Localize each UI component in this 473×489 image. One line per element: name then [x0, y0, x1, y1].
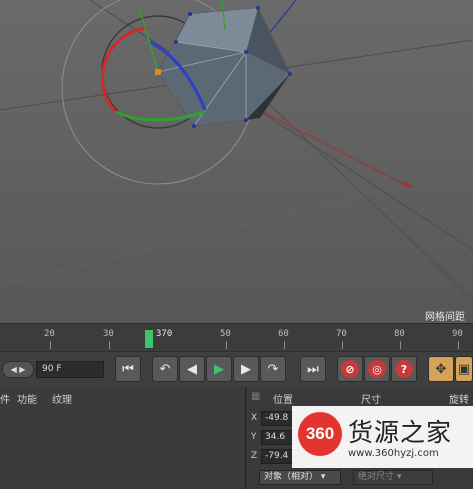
prev-frame-button[interactable]: ◀ — [179, 356, 205, 382]
record-button[interactable]: ⊘ — [337, 356, 363, 382]
next-key-button[interactable]: ↷ — [260, 356, 286, 382]
watermark-title: 货源之家 — [348, 418, 453, 447]
grid-spacing-label: 网格间距 — [425, 312, 465, 323]
end-frame-field[interactable]: 90 F — [36, 361, 104, 378]
ruler-label: 30 — [103, 329, 114, 339]
question-icon: ? — [395, 360, 413, 378]
size-mode-dropdown[interactable]: 绝对尺寸 ▾ — [353, 470, 433, 485]
prev-key-button[interactable]: ↶ — [152, 356, 178, 382]
record-key-icon: ⊘ — [341, 360, 359, 378]
transport-bar: ◀ ▶ 90 F ⏮ ↶ ◀ ▶ ▶ ↷ ⏭ ⊘ ◎ ? ✥ ▣ — [0, 351, 473, 387]
next-key-icon: ↷ — [267, 361, 279, 377]
frame-stepper[interactable]: ◀ ▶ — [2, 361, 34, 378]
watermark: 360 货源之家 www.360hyzj.com — [292, 406, 473, 468]
play-button[interactable]: ▶ — [206, 356, 232, 382]
coordinate-mode-value: 对象（相对） — [264, 472, 319, 482]
go-to-end-button[interactable]: ⏭ — [300, 356, 326, 382]
skip-start-icon: ⏮ — [122, 361, 134, 377]
ruler-label: 20 — [44, 329, 55, 339]
size-mode-value: 绝对尺寸 — [358, 472, 395, 482]
axis-z-label: Z — [251, 451, 258, 461]
ruler-label: 80 — [394, 329, 405, 339]
grid-line — [259, 94, 473, 301]
3d-viewport[interactable]: 网格间距 — [0, 0, 473, 323]
axis-x-label: X — [251, 413, 258, 423]
ruler-tick — [109, 341, 110, 349]
ruler-tick — [50, 341, 51, 349]
timeline-ruler[interactable]: 20 30 50 60 70 80 90 370 — [0, 323, 473, 351]
scale-tool-button[interactable]: ▣ — [455, 356, 473, 382]
current-frame-marker: 370 — [156, 329, 173, 339]
ruler-label: 60 — [278, 329, 289, 339]
ruler-tick — [284, 341, 285, 349]
panel-grip-icon: ▦ — [251, 391, 261, 402]
ruler-tick — [458, 341, 459, 349]
prev-key-icon: ↶ — [159, 361, 171, 377]
watermark-url: www.360hyzj.com — [348, 448, 439, 459]
ruler-tick — [226, 341, 227, 349]
viewport-scene[interactable] — [0, 0, 473, 323]
watermark-logo: 360 — [298, 412, 342, 456]
ruler-label: 50 — [220, 329, 231, 339]
rotation-header: 旋转 — [449, 395, 469, 406]
size-header: 尺寸 — [361, 395, 381, 406]
object-y-axis — [139, 9, 159, 73]
ruler-tick — [400, 341, 401, 349]
scale-icon: ▣ — [457, 361, 471, 377]
keyframe-selection-button[interactable]: ? — [391, 356, 417, 382]
axis-y-label: Y — [251, 432, 257, 442]
menu-create[interactable]: 件 — [0, 391, 10, 406]
menu-function[interactable]: 功能 — [17, 391, 37, 406]
step-back-icon: ◀ — [187, 361, 197, 377]
go-to-start-button[interactable]: ⏮ — [115, 356, 141, 382]
gizmo-center-handle — [155, 69, 161, 75]
autokey-icon: ◎ — [368, 360, 386, 378]
ruler-label: 70 — [336, 329, 347, 339]
ruler-label: 90 — [452, 329, 463, 339]
move-tool-button[interactable]: ✥ — [428, 356, 454, 382]
next-frame-button[interactable]: ▶ — [233, 356, 259, 382]
playhead-handle[interactable] — [145, 330, 153, 348]
grid-line — [0, 169, 473, 286]
move-arrows-icon: ✥ — [435, 361, 447, 377]
position-header: 位置 — [273, 395, 293, 406]
step-forward-icon: ▶ — [241, 361, 251, 377]
coordinate-mode-dropdown[interactable]: 对象（相对） ▾ — [259, 470, 341, 485]
autokey-button[interactable]: ◎ — [364, 356, 390, 382]
skip-end-icon: ⏭ — [307, 361, 319, 377]
material-manager: 件 功能 纹理 — [0, 387, 246, 489]
ruler-tick — [342, 341, 343, 349]
play-icon: ▶ — [214, 361, 224, 377]
menu-texture[interactable]: 纹理 — [52, 391, 72, 406]
